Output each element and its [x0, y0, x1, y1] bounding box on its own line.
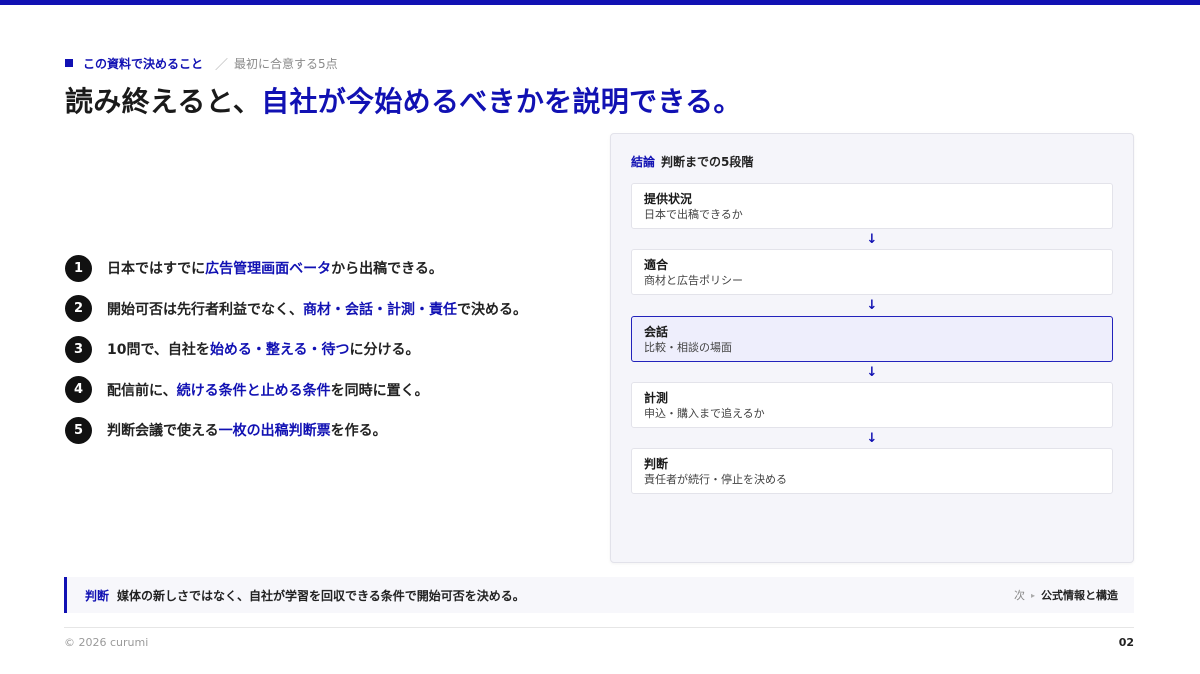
next-section-link[interactable]: 次 ▸ 公式情報と構造 [1014, 577, 1118, 613]
arrow-down-icon: ↓ [866, 365, 878, 380]
stage-subtitle: 商材と広告ポリシー [644, 274, 743, 287]
point-text-end: で決める。 [457, 301, 527, 318]
page-title: 読み終えると、自社が今始めるべきかを説明できる。 [65, 80, 742, 120]
panel-title: 結論 判断までの5段階 [631, 153, 753, 170]
list-item: 5 判断会議で使える一枚の出稿判断票を作る。 [65, 416, 585, 444]
triangle-right-icon: ▸ [1030, 590, 1035, 600]
stage-subtitle: 申込・購入まで追えるか [644, 407, 765, 420]
eyebrow-label: この資料で決めること [83, 56, 204, 71]
square-bullet-icon [65, 59, 73, 67]
point-highlight: 商材・会話・計測・責任 [303, 301, 457, 318]
number-badge: 2 [65, 295, 92, 322]
point-text-end: から出稿できる。 [331, 261, 443, 277]
point-text-end: を同時に置く。 [330, 382, 429, 399]
point-highlight: 始める・整える・待つ [209, 342, 350, 358]
stage-card-measurement: 計測 申込・購入まで追えるか [631, 382, 1113, 428]
stage-card-availability: 提供状況 日本で出稿できるか [631, 183, 1113, 229]
stage-subtitle: 責任者が続行・停止を決める [644, 473, 787, 486]
point-highlight: 広告管理画面ベータ [205, 261, 332, 277]
page-number: 02 [1118, 636, 1134, 649]
copyright: © 2026 curumi [64, 636, 149, 649]
stage-subtitle: 日本で出稿できるか [644, 208, 743, 221]
stage-title: 会話 [644, 325, 669, 339]
judgment-text: 媒体の新しさではなく、自社が学習を回収できる条件で開始可否を決める。 [117, 588, 525, 603]
stage-title: 計測 [644, 391, 669, 405]
stage-card-fit: 適合 商材と広告ポリシー [631, 249, 1113, 295]
eyebrow-sub: 最初に合意する5点 [234, 56, 338, 71]
page-title-accent: 自社が今始めるべきかを説明できる。 [261, 85, 742, 118]
point-text-start: 配信前に、 [107, 382, 177, 399]
number-badge: 4 [65, 376, 92, 403]
point-text-start: 判断会議で使える [107, 423, 219, 439]
arrow-down-icon: ↓ [866, 298, 878, 313]
eyebrow-slash: ／ [215, 57, 229, 73]
next-label: 次 [1013, 589, 1025, 602]
stage-subtitle: 比較・相談の場面 [644, 341, 732, 354]
number-badge: 5 [65, 416, 92, 444]
next-title: 公式情報と構造 [1041, 589, 1118, 602]
panel-title-text: 判断までの5段階 [661, 155, 754, 169]
point-text: 開始可否は先行者利益でなく、商材・会話・計測・責任で決める。 [107, 299, 527, 319]
point-text: 10問で、自社を始める・整える・待つに分ける。 [107, 339, 420, 359]
number-badge: 3 [65, 335, 92, 363]
stage-title: 適合 [644, 258, 669, 272]
decision-stages-panel: 結論 判断までの5段階 提供状況 日本で出稿できるか ↓ 適合 商材と広告ポリシー… [610, 133, 1134, 563]
point-text-end: に分ける。 [349, 342, 420, 358]
judgment-label: 判断 [85, 588, 110, 603]
point-text: 判断会議で使える一枚の出稿判断票を作る。 [107, 420, 387, 440]
list-item: 4 配信前に、続ける条件と止める条件を同時に置く。 [65, 376, 585, 404]
footer-divider [64, 627, 1134, 628]
point-text: 配信前に、続ける条件と止める条件を同時に置く。 [107, 380, 429, 400]
point-text-start: 開始可否は先行者利益でなく、 [107, 301, 303, 318]
arrow-down-icon: ↓ [866, 232, 878, 247]
point-highlight: 一枚の出稿判断票 [218, 423, 331, 439]
point-text-start: 10問で、自社を [107, 342, 210, 358]
key-points-list: 1 日本ではすでに広告管理画面ベータから出稿できる。 2 開始可否は先行者利益で… [65, 254, 585, 457]
top-accent-bar [0, 0, 1200, 5]
list-item: 2 開始可否は先行者利益でなく、商材・会話・計測・責任で決める。 [65, 295, 585, 323]
page-title-prefix: 読み終えると、 [65, 85, 262, 118]
stage-card-decision: 判断 責任者が続行・停止を決める [631, 448, 1113, 494]
number-badge: 1 [65, 254, 92, 282]
point-highlight: 続ける条件と止める条件 [176, 382, 331, 399]
list-item: 1 日本ではすでに広告管理画面ベータから出稿できる。 [65, 254, 585, 282]
stage-card-conversation-active: 会話 比較・相談の場面 [631, 316, 1113, 362]
panel-tag: 結論 [631, 155, 656, 169]
point-text-end: を作る。 [330, 423, 387, 439]
point-text-start: 日本ではすでに [107, 261, 206, 277]
stage-title: 提供状況 [644, 192, 693, 206]
point-text: 日本ではすでに広告管理画面ベータから出稿できる。 [107, 258, 443, 278]
judgment-callout: 判断 媒体の新しさではなく、自社が学習を回収できる条件で開始可否を決める。 次 … [64, 577, 1134, 613]
list-item: 3 10問で、自社を始める・整える・待つに分ける。 [65, 335, 585, 363]
arrow-down-icon: ↓ [866, 431, 878, 446]
eyebrow: この資料で決めること ／ 最初に合意する5点 [65, 55, 338, 73]
stage-title: 判断 [644, 457, 669, 471]
